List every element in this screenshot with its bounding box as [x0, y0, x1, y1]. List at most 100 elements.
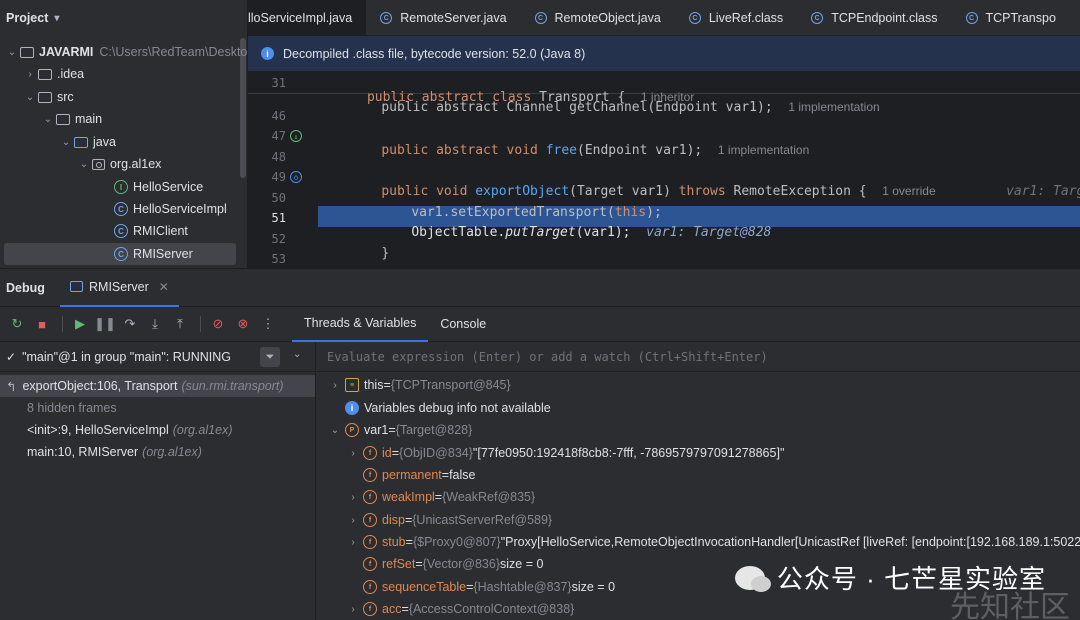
- pause-icon[interactable]: ❚❚: [94, 313, 116, 335]
- var-permanent[interactable]: f permanent = false: [363, 464, 475, 486]
- var-var1[interactable]: ⌄ P var1 = {Target@828}: [329, 419, 472, 441]
- tree-item-idea[interactable]: › .idea: [22, 63, 84, 85]
- tab-tcptransport[interactable]: C TCPTranspo: [952, 0, 1070, 35]
- var-disp[interactable]: › f disp = {UnicastServerRef@589}: [347, 509, 552, 531]
- chevron-down-icon[interactable]: ⌄: [4, 47, 20, 58]
- chevron-right-icon[interactable]: ›: [347, 604, 359, 615]
- code-hint: 1 override: [882, 184, 936, 198]
- chevron-right-icon[interactable]: ›: [347, 537, 359, 548]
- filter-icon[interactable]: ⏷: [260, 347, 280, 367]
- project-header[interactable]: Project ▾: [0, 0, 247, 36]
- more-options-icon[interactable]: ⋮: [257, 313, 279, 335]
- tab-helloserviceimpl[interactable]: lloServiceImpl.java: [248, 0, 367, 35]
- var-stub[interactable]: › f stub = {$Proxy0@807} "Proxy[HelloSer…: [347, 531, 1080, 553]
- chevron-down-icon[interactable]: ⌄: [329, 425, 341, 436]
- var-eq: =: [415, 557, 423, 571]
- tree-item-java[interactable]: ⌄ java: [58, 131, 116, 153]
- parameter-icon: P: [345, 423, 359, 437]
- frame-item[interactable]: ↰ exportObject:106, Transport (sun.rmi.t…: [0, 375, 315, 397]
- var-value: "[77fe0950:192418f8cb8:-7fff, -786957979…: [472, 446, 785, 460]
- tab-liveref[interactable]: C LiveRef.class: [675, 0, 797, 35]
- var-weakimpl[interactable]: › f weakImpl = {WeakRef@835}: [347, 486, 535, 508]
- debug-title: Debug: [6, 280, 45, 295]
- banner-text: Decompiled .class file, bytecode version…: [283, 46, 586, 61]
- code-line-52: }: [350, 231, 389, 268]
- hidden-frames[interactable]: 8 hidden frames: [0, 397, 315, 419]
- code-editor[interactable]: public abstract Channel getChannel(Endpo…: [248, 72, 1080, 268]
- var-eq: =: [383, 378, 391, 392]
- var-refset[interactable]: f refSet = {Vector@836} size = 0: [363, 553, 543, 575]
- tree-item-label: main: [75, 112, 103, 126]
- implemented-gutter-icon[interactable]: ↓: [290, 130, 302, 142]
- chevron-down-icon[interactable]: ⌄: [22, 92, 38, 103]
- chevron-right-icon[interactable]: ›: [347, 448, 359, 459]
- tab-threads-variables[interactable]: Threads & Variables: [292, 307, 429, 342]
- tab-label: RMIServer: [89, 279, 149, 294]
- step-into-icon[interactable]: ⤓: [144, 313, 166, 335]
- tab-tcpendpoint[interactable]: C TCPEndpoint.class: [797, 0, 951, 35]
- tab-console[interactable]: Console: [428, 307, 498, 342]
- var-eq: =: [404, 513, 413, 527]
- toolbar-separator: [200, 316, 201, 332]
- chevron-down-icon[interactable]: ⌄: [40, 114, 56, 125]
- tree-item-src[interactable]: ⌄ src: [22, 86, 74, 108]
- chevron-right-icon[interactable]: ›: [347, 515, 359, 526]
- interface-icon: I: [114, 180, 128, 194]
- sticky-class-header[interactable]: 31 public abstract class Transport { 1 i…: [248, 72, 1080, 105]
- wechat-logo-icon: [734, 565, 771, 592]
- tab-remoteobject[interactable]: C RemoteObject.java: [521, 0, 675, 35]
- chevron-down-icon[interactable]: ⌄: [293, 349, 301, 360]
- var-eq: =: [434, 490, 443, 504]
- tree-item-label: RMIServer: [133, 247, 193, 261]
- tab-remoteserver[interactable]: C RemoteServer.java: [366, 0, 520, 35]
- evaluate-expression-input[interactable]: Evaluate expression (Enter) or add a wat…: [317, 342, 1080, 372]
- info-icon: i: [261, 47, 274, 60]
- frame-item[interactable]: main:10, RMIServer (org.al1ex): [0, 441, 315, 463]
- tree-item-helloservice[interactable]: I HelloService: [114, 176, 203, 198]
- frame-package: (org.al1ex): [172, 423, 233, 437]
- line-number: 49: [271, 170, 286, 184]
- chevron-down-icon[interactable]: ⌄: [58, 137, 74, 148]
- mute-breakpoints-icon[interactable]: ⊗: [232, 313, 254, 335]
- tree-item-rmiserver[interactable]: C RMIServer: [114, 243, 193, 265]
- line-number: 46: [271, 109, 286, 123]
- frame-method: exportObject:106, Transport: [22, 379, 178, 393]
- frame-item[interactable]: <init>:9, HelloServiceImpl (org.al1ex): [0, 419, 315, 441]
- chevron-down-icon[interactable]: ▾: [54, 13, 59, 24]
- step-out-icon[interactable]: ⤒: [169, 313, 191, 335]
- field-icon: f: [363, 513, 377, 527]
- tree-item-package[interactable]: ⌄ org.al1ex: [76, 153, 162, 175]
- class-icon: C: [114, 224, 128, 238]
- overridden-gutter-icon[interactable]: o: [290, 171, 302, 183]
- var-id[interactable]: › f id = {ObjID@834} "[77fe0950:192418f8…: [347, 442, 784, 464]
- step-over-icon[interactable]: ↷: [119, 313, 141, 335]
- var-sequencetable[interactable]: f sequenceTable = {Hashtable@837} size =…: [363, 576, 615, 598]
- var-value: size = 0: [571, 580, 616, 594]
- var-eq: =: [401, 602, 409, 616]
- var-name: sequenceTable: [382, 580, 467, 594]
- stop-icon[interactable]: ■: [31, 313, 53, 335]
- view-breakpoints-icon[interactable]: ⊘: [207, 313, 229, 335]
- chevron-right-icon[interactable]: ›: [22, 69, 38, 80]
- tree-item-helloserviceimpl[interactable]: C HelloServiceImpl: [114, 198, 227, 220]
- tree-item-main[interactable]: ⌄ main: [40, 108, 102, 130]
- thread-selector[interactable]: ✓ "main"@1 in group "main": RUNNING ⏷ ⌄: [0, 342, 315, 372]
- var-this[interactable]: › ≡ this = {TCPTransport@845}: [329, 374, 511, 396]
- tree-item-rmiclient[interactable]: C RMIClient: [114, 220, 188, 242]
- close-icon[interactable]: ✕: [159, 280, 169, 294]
- field-icon: f: [363, 490, 377, 504]
- line-number: 50: [271, 191, 286, 205]
- var-acc[interactable]: › f acc = {AccessControlContext@838}: [347, 598, 574, 620]
- var-type: {TCPTransport@845}: [390, 378, 511, 392]
- chevron-right-icon[interactable]: ›: [329, 380, 341, 391]
- resume-icon[interactable]: ▶: [69, 313, 91, 335]
- field-icon: f: [363, 535, 377, 549]
- chevron-down-icon[interactable]: ⌄: [76, 159, 92, 170]
- tab-label: RemoteObject.java: [554, 11, 661, 25]
- tab-rmiserver[interactable]: RMIServer ✕: [60, 269, 179, 307]
- rerun-icon[interactable]: ↻: [6, 313, 28, 335]
- chevron-right-icon[interactable]: ›: [347, 492, 359, 503]
- code-keyword: public abstract class: [366, 90, 532, 105]
- tree-item-root[interactable]: ⌄ JAVARMI C:\Users\RedTeam\Desktop: [4, 41, 247, 63]
- frame-package: (sun.rmi.transport): [181, 379, 284, 393]
